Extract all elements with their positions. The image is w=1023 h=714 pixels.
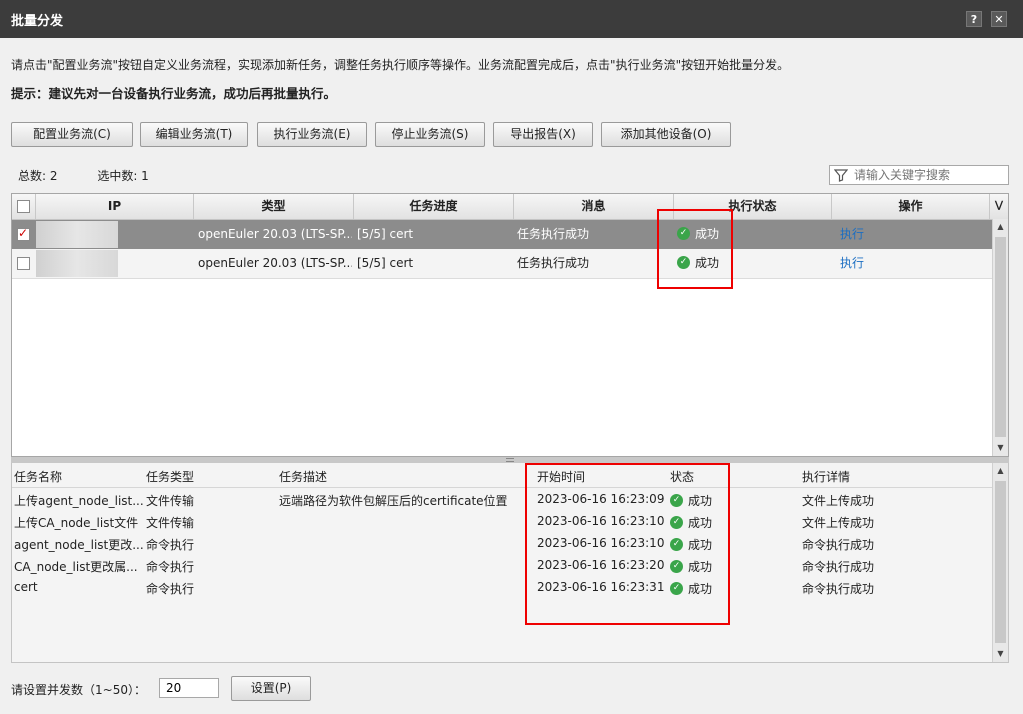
task-status-text: 成功 <box>688 582 713 596</box>
task-desc-cell: 远端路径为软件包解压后的certificate位置 <box>279 494 508 508</box>
success-icon: ✓ <box>670 494 683 507</box>
task-status-text: 成功 <box>688 516 713 530</box>
task-status-text: 成功 <box>688 494 713 508</box>
type-cell: openEuler 20.03 (LTS-SP... <box>198 256 352 270</box>
ip-cell <box>36 250 118 277</box>
message-cell: 任务执行成功 <box>517 227 590 241</box>
start-time-cell: 2023-06-16 16:23:09 <box>537 492 665 506</box>
task-name-cell: agent_node_list更改... <box>14 538 144 552</box>
scroll-thumb[interactable] <box>995 237 1006 437</box>
scroll-up-icon[interactable]: ▲ <box>993 219 1008 235</box>
counts-bar: 总数: 2 选中数: 1 <box>18 167 185 184</box>
col-task-name: 任务名称 <box>14 470 63 484</box>
select-all-checkbox[interactable] <box>17 200 30 213</box>
splitter-grip-icon[interactable] <box>506 458 514 462</box>
add-device-button[interactable]: 添加其他设备(O) <box>601 122 731 147</box>
selected-count: 选中数: 1 <box>97 169 149 183</box>
stop-flow-button[interactable]: 停止业务流(S) <box>375 122 485 147</box>
filter-icon <box>834 169 848 182</box>
task-name-cell: 上传agent_node_list... <box>14 494 144 508</box>
col-ip[interactable]: IP <box>36 194 194 219</box>
total-count: 总数: 2 <box>18 169 58 183</box>
task-type-cell: 命令执行 <box>146 538 195 552</box>
execute-link[interactable]: 执行 <box>840 249 900 278</box>
column-menu-icon[interactable]: ⋁ <box>990 194 1008 219</box>
scroll-thumb[interactable] <box>995 481 1006 643</box>
task-status-text: 成功 <box>688 560 713 574</box>
configure-flow-button[interactable]: 配置业务流(C) <box>11 122 133 147</box>
progress-cell: [5/5] cert <box>357 256 414 270</box>
type-cell: openEuler 20.03 (LTS-SP... <box>198 227 352 241</box>
col-start-time: 开始时间 <box>537 470 586 484</box>
col-task-type: 任务类型 <box>146 470 195 484</box>
col-exec-detail: 执行详情 <box>802 470 851 484</box>
status-text: 成功 <box>695 227 720 241</box>
status-text: 成功 <box>695 256 720 270</box>
success-icon: ✓ <box>677 227 690 240</box>
task-status-text: 成功 <box>688 538 713 552</box>
success-icon: ✓ <box>677 256 690 269</box>
success-icon: ✓ <box>670 582 683 595</box>
col-action[interactable]: 操作 <box>832 194 990 219</box>
success-icon: ✓ <box>670 538 683 551</box>
window-title: 批量分发 <box>11 14 64 29</box>
exec-detail-cell: 命令执行成功 <box>802 582 875 596</box>
device-row[interactable]: openEuler 20.03 (LTS-SP... [5/5] cert 任务… <box>12 249 992 279</box>
search-box[interactable] <box>829 165 1009 185</box>
edit-flow-button[interactable]: 编辑业务流(T) <box>140 122 248 147</box>
search-input[interactable] <box>854 167 1004 183</box>
task-name-cell: CA_node_list更改属... <box>14 560 138 574</box>
task-type-cell: 命令执行 <box>146 582 195 596</box>
task-name-cell: 上传CA_node_list文件 <box>14 516 139 530</box>
task-type-cell: 文件传输 <box>146 494 195 508</box>
help-button[interactable]: ? <box>966 11 982 27</box>
device-table-scrollbar[interactable]: ▲ ▼ <box>992 219 1008 456</box>
close-button[interactable]: ✕ <box>991 11 1007 27</box>
col-task-desc: 任务描述 <box>279 470 328 484</box>
task-table: 任务名称 任务类型 任务描述 开始时间 状态 执行详情 上传agent_node… <box>11 463 1009 663</box>
start-time-cell: 2023-06-16 16:23:31 <box>537 580 665 594</box>
device-table: IP 类型 任务进度 消息 执行状态 操作 ⋁ openEuler 20.03 … <box>11 193 1009 457</box>
task-type-cell: 命令执行 <box>146 560 195 574</box>
task-table-scrollbar[interactable]: ▲ ▼ <box>992 463 1008 662</box>
col-task-status: 状态 <box>670 470 695 484</box>
task-type-cell: 文件传输 <box>146 516 195 530</box>
execute-flow-button[interactable]: 执行业务流(E) <box>257 122 367 147</box>
start-time-cell: 2023-06-16 16:23:10 <box>537 514 665 528</box>
start-time-cell: 2023-06-16 16:23:10 <box>537 536 665 550</box>
set-concurrency-button[interactable]: 设置(P) <box>231 676 311 701</box>
exec-detail-cell: 文件上传成功 <box>802 494 875 508</box>
exec-detail-cell: 命令执行成功 <box>802 538 875 552</box>
tip-text: 提示：建议先对一台设备执行业务流，成功后再批量执行。 <box>11 86 337 101</box>
col-type[interactable]: 类型 <box>194 194 354 219</box>
row-checkbox[interactable] <box>17 257 30 270</box>
export-report-button[interactable]: 导出报告(X) <box>493 122 593 147</box>
device-table-header: IP 类型 任务进度 消息 执行状态 操作 ⋁ <box>12 194 1008 220</box>
message-cell: 任务执行成功 <box>517 256 590 270</box>
task-name-cell: cert <box>14 580 38 594</box>
device-row[interactable]: openEuler 20.03 (LTS-SP... [5/5] cert 任务… <box>12 220 992 249</box>
description-text: 请点击"配置业务流"按钮自定义业务流程，实现添加新任务，调整任务执行顺序等操作。… <box>11 58 790 72</box>
row-checkbox[interactable] <box>17 226 30 241</box>
col-status[interactable]: 执行状态 <box>674 194 832 219</box>
col-message[interactable]: 消息 <box>514 194 674 219</box>
concurrency-input[interactable] <box>159 678 219 698</box>
start-time-cell: 2023-06-16 16:23:20 <box>537 558 665 572</box>
success-icon: ✓ <box>670 516 683 529</box>
execute-link[interactable]: 执行 <box>840 220 900 249</box>
scroll-down-icon[interactable]: ▼ <box>993 440 1008 456</box>
concurrency-label: 请设置并发数（1~50）： <box>11 683 146 697</box>
scroll-down-icon[interactable]: ▼ <box>993 646 1008 662</box>
exec-detail-cell: 文件上传成功 <box>802 516 875 530</box>
exec-detail-cell: 命令执行成功 <box>802 560 875 574</box>
progress-cell: [5/5] cert <box>357 227 414 241</box>
title-bar: 批量分发 ? ✕ <box>0 0 1023 38</box>
scroll-up-icon[interactable]: ▲ <box>993 463 1008 479</box>
success-icon: ✓ <box>670 560 683 573</box>
ip-cell <box>36 221 118 248</box>
col-progress[interactable]: 任务进度 <box>354 194 514 219</box>
